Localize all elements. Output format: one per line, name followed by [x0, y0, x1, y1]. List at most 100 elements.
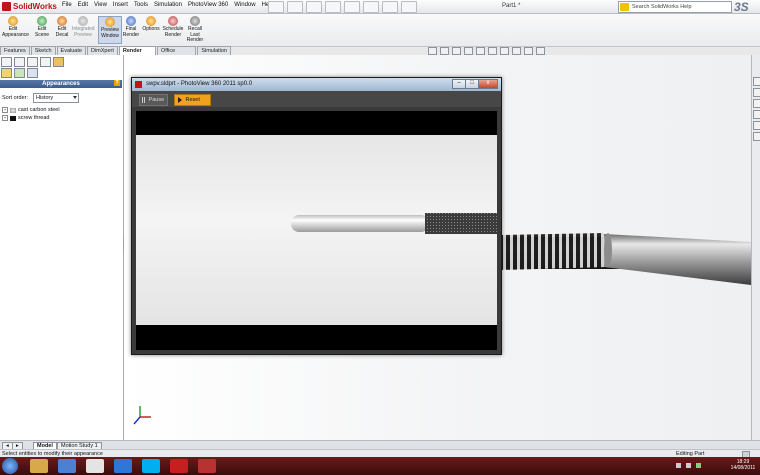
display-manager-tab-icon[interactable]	[53, 57, 64, 67]
tab-simulation[interactable]: Simulation	[197, 46, 231, 55]
zoom-area-icon[interactable]	[440, 47, 449, 55]
help-search-placeholder: Search SolidWorks Help	[632, 4, 692, 10]
edit-appearance-label: Edit Appearance	[2, 26, 29, 38]
preview-window-button[interactable]: Preview Window	[98, 16, 122, 44]
clock-date: 14/08/2011	[730, 465, 756, 471]
hide-show-icon[interactable]	[500, 47, 509, 55]
help-icon[interactable]: ?	[114, 80, 120, 86]
list-item[interactable]: + cast carbon steel	[2, 107, 60, 113]
print-icon[interactable]	[325, 1, 341, 13]
appearance-label: cast carbon steel	[18, 107, 60, 113]
command-manager: Edit Appearance Edit Scene Edit Decal In…	[0, 14, 760, 47]
menu-file[interactable]: File	[62, 2, 72, 8]
design-library-icon[interactable]	[753, 88, 760, 97]
recall-last-render-button[interactable]: Recall Last Render	[184, 16, 206, 44]
edit-decal-button[interactable]: Edit Decal	[51, 16, 73, 38]
configuration-manager-tab-icon[interactable]	[27, 57, 38, 67]
options-button[interactable]: Options	[140, 16, 162, 33]
open-folder-icon[interactable]	[287, 1, 303, 13]
main-menu: File Edit View Insert Tools Simulation P…	[62, 2, 274, 8]
undo-icon[interactable]	[344, 1, 360, 13]
display-style-icon[interactable]	[488, 47, 497, 55]
property-manager-tab-icon[interactable]	[14, 57, 25, 67]
edit-scene-button[interactable]: Edit Scene	[31, 16, 53, 38]
tab-render-tools[interactable]: Render Tools	[118, 46, 156, 62]
menu-insert[interactable]: Insert	[113, 2, 128, 8]
feature-manager-tab-icon[interactable]	[1, 57, 12, 67]
sort-order-select[interactable]: History	[33, 93, 79, 103]
expand-icon[interactable]: +	[2, 107, 8, 113]
view-palette-icon[interactable]	[753, 110, 760, 119]
menu-view[interactable]: View	[94, 2, 107, 8]
segment-edge	[604, 233, 612, 267]
start-button[interactable]	[2, 458, 18, 474]
help-search-input[interactable]: Search SolidWorks Help	[618, 1, 732, 13]
expand-icon[interactable]: +	[2, 115, 8, 121]
options-gear-icon[interactable]	[401, 1, 417, 13]
edit-appearance-icon[interactable]	[512, 47, 521, 55]
screw-thread-segment	[502, 233, 606, 270]
volume-icon[interactable]	[686, 463, 691, 468]
menu-photoview[interactable]: PhotoView 360	[188, 2, 228, 8]
minimize-button[interactable]: –	[452, 79, 466, 89]
section-view-icon[interactable]	[464, 47, 473, 55]
menu-simulation[interactable]: Simulation	[154, 2, 182, 8]
zoom-fit-icon[interactable]	[428, 47, 437, 55]
file-explorer-taskbar-icon[interactable]	[30, 459, 48, 473]
new-document-icon[interactable]	[268, 1, 284, 13]
paint-taskbar-icon[interactable]	[86, 459, 104, 473]
scene-icon	[37, 16, 47, 26]
render-viewport[interactable]	[136, 111, 497, 350]
rebuild-icon[interactable]	[382, 1, 398, 13]
photoview-titlebar[interactable]: swpv.sldprt - PhotoView 360 2011 sp0.0 –…	[132, 78, 501, 91]
tab-office-products[interactable]: Office Products	[156, 46, 197, 62]
pause-button[interactable]: Pause	[139, 94, 168, 106]
appearances-subtab-icon[interactable]	[1, 68, 12, 78]
solidworks-resources-icon[interactable]	[753, 77, 760, 86]
solidworks-logo[interactable]: SolidWorks	[2, 1, 57, 12]
previous-view-icon[interactable]	[452, 47, 461, 55]
task-pane	[751, 55, 760, 440]
tab-features[interactable]: Features	[0, 46, 30, 55]
integrated-preview-label: Integrated Preview	[72, 26, 95, 38]
skype-taskbar-icon[interactable]	[142, 459, 160, 473]
maximize-button[interactable]: □	[465, 79, 479, 89]
menu-window[interactable]: Window	[234, 2, 255, 8]
preview-window-icon	[105, 17, 115, 27]
schedule-render-button[interactable]: Schedule Render	[162, 16, 184, 38]
integrated-preview-button[interactable]: Integrated Preview	[72, 16, 95, 38]
close-button[interactable]: x	[478, 79, 498, 89]
media-player-taskbar-icon[interactable]	[58, 459, 76, 473]
options-label: Options	[142, 26, 160, 32]
custom-properties-icon[interactable]	[753, 132, 760, 141]
save-icon[interactable]	[306, 1, 322, 13]
final-render-button[interactable]: Final Render	[120, 16, 142, 38]
apply-scene-icon[interactable]	[524, 47, 533, 55]
list-item[interactable]: + screw thread	[2, 115, 50, 121]
solidworks-taskbar-icon[interactable]	[170, 459, 188, 473]
photoview-taskbar-icon[interactable]	[198, 459, 216, 473]
photoview-app-icon	[135, 81, 142, 88]
scene-subtab-icon[interactable]	[27, 68, 38, 78]
taskbar-clock[interactable]: 18:29 14/08/2011	[728, 459, 758, 471]
heads-up-view-toolbar	[428, 47, 545, 55]
menu-edit[interactable]: Edit	[78, 2, 88, 8]
reset-button[interactable]: Reset	[174, 94, 211, 106]
decals-subtab-icon[interactable]	[14, 68, 25, 78]
appearances-scenes-icon[interactable]	[753, 121, 760, 130]
tab-evaluate[interactable]: Evaluate	[56, 46, 86, 55]
tab-dimxpert[interactable]: DimXpert	[86, 46, 118, 55]
internet-explorer-taskbar-icon[interactable]	[114, 459, 132, 473]
network-icon[interactable]	[676, 463, 681, 468]
view-orientation-icon[interactable]	[476, 47, 485, 55]
select-pointer-icon[interactable]	[363, 1, 379, 13]
battery-icon[interactable]	[696, 463, 701, 468]
file-explorer-icon[interactable]	[753, 99, 760, 108]
dimxpert-manager-tab-icon[interactable]	[40, 57, 51, 67]
view-settings-icon[interactable]	[536, 47, 545, 55]
edit-appearance-button[interactable]: Edit Appearance	[2, 16, 29, 38]
tab-sketch[interactable]: Sketch	[30, 46, 56, 55]
schedule-clock-icon	[168, 16, 178, 26]
rendered-image	[136, 135, 497, 325]
menu-tools[interactable]: Tools	[134, 2, 148, 8]
